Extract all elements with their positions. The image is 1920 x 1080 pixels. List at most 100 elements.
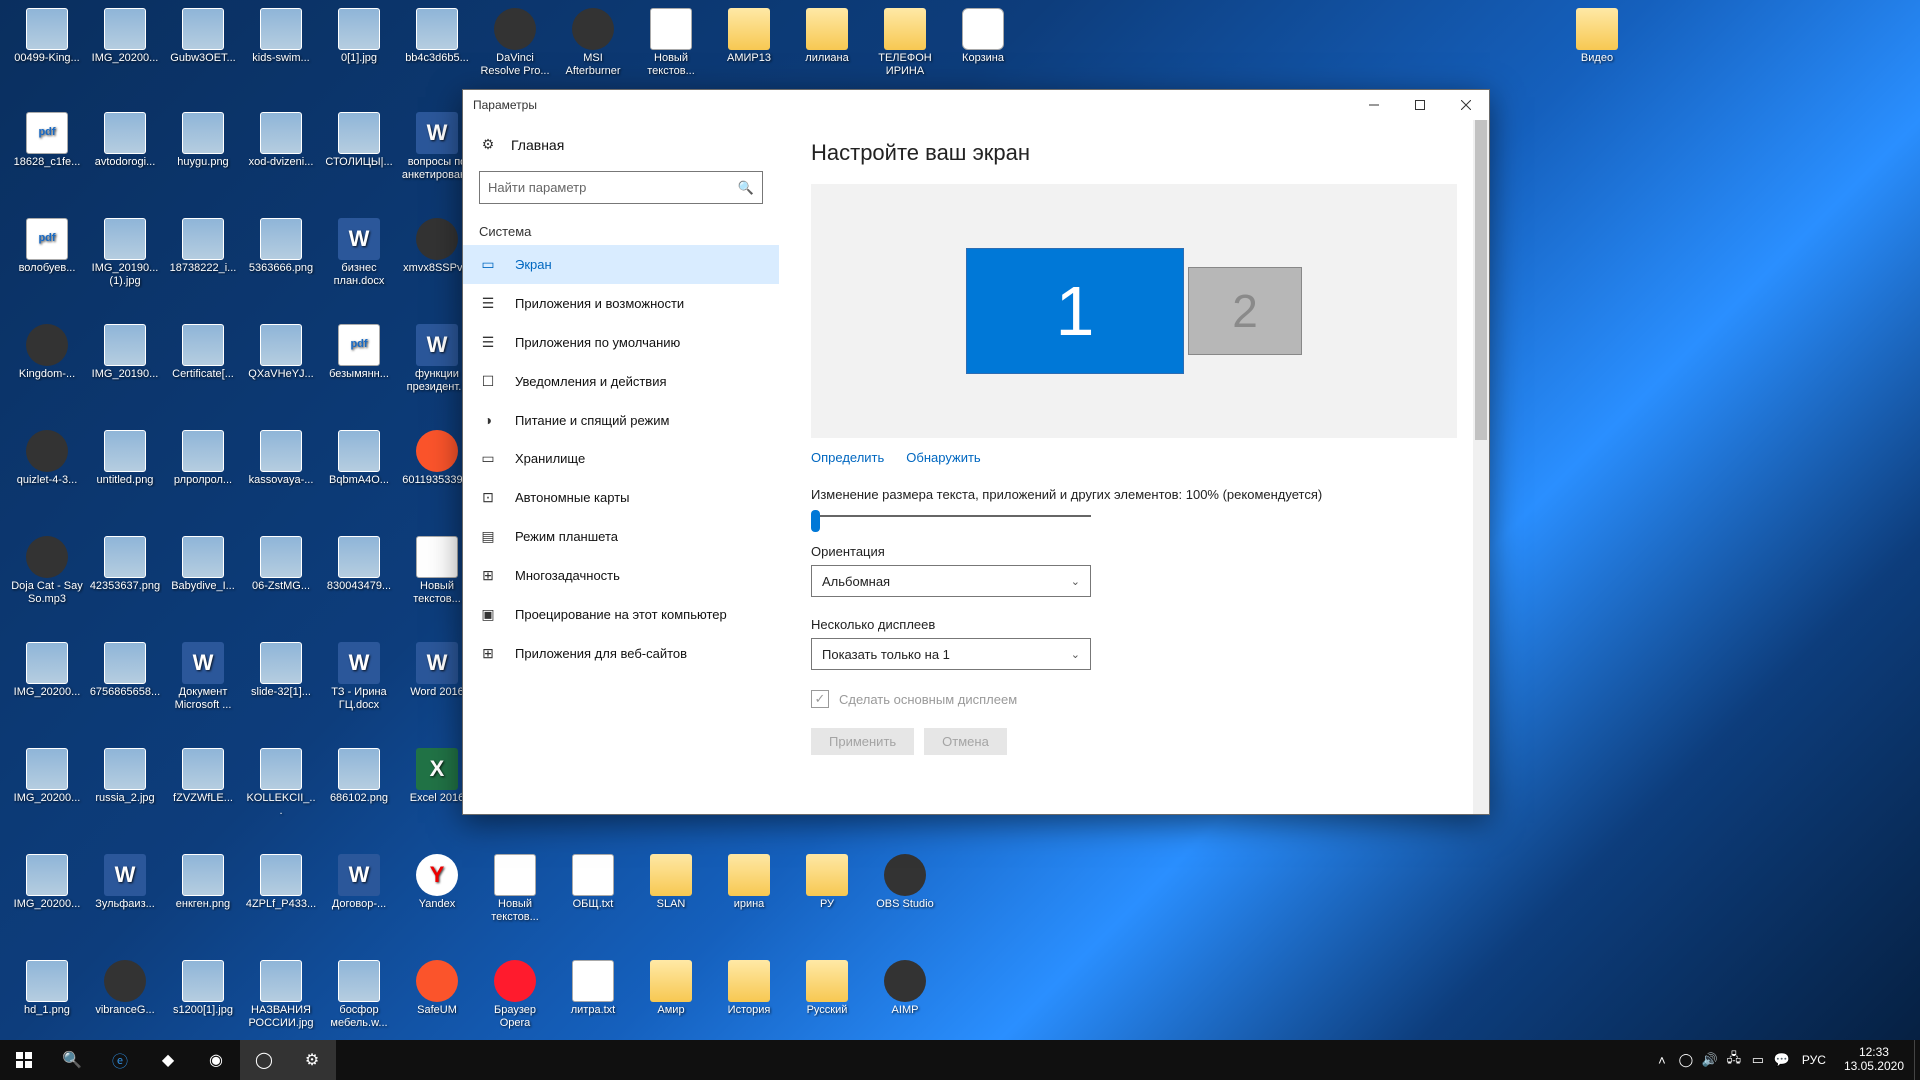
desktop-icon[interactable]: ТЕЛЕФОН ИРИНА	[868, 8, 942, 78]
desktop-icon[interactable]: IMG_20190... (1).jpg	[88, 218, 162, 288]
desktop-icon[interactable]: 686102.png	[322, 748, 396, 805]
desktop-icon[interactable]: IMG_20190...	[88, 324, 162, 381]
desktop-icon[interactable]: 00499-King...	[10, 8, 84, 65]
taskbar-chrome[interactable]: ◉	[192, 1040, 240, 1080]
show-desktop-button[interactable]	[1914, 1040, 1920, 1080]
desktop-icon[interactable]: енкген.png	[166, 854, 240, 911]
desktop-icon[interactable]: fZVZWfLE...	[166, 748, 240, 805]
sidebar-item[interactable]: ⊡Автономные карты	[463, 478, 779, 517]
desktop-icon[interactable]: huygu.png	[166, 112, 240, 169]
link-identify[interactable]: Определить	[811, 450, 884, 465]
desktop-icon[interactable]: Русский	[790, 960, 864, 1017]
sidebar-item[interactable]: ▭Хранилище	[463, 439, 779, 478]
desktop-icon[interactable]: KOLLEKCII_...	[244, 748, 318, 818]
desktop-icon[interactable]: quizlet-4-3...	[10, 430, 84, 487]
desktop-icon[interactable]: DaVinci Resolve Pro...	[478, 8, 552, 78]
desktop-icon[interactable]: OBS Studio	[868, 854, 942, 911]
minimize-button[interactable]	[1351, 90, 1397, 120]
display-arranger[interactable]: 1 2	[811, 184, 1457, 438]
desktop-icon[interactable]: 830043479...	[322, 536, 396, 593]
taskbar-edge[interactable]: ⓔ	[96, 1040, 144, 1080]
desktop-icon[interactable]: IMG_20200...	[10, 642, 84, 699]
tray-clock[interactable]: 12:33 13.05.2020	[1834, 1046, 1914, 1074]
desktop-icon[interactable]: WДокумент Microsoft ...	[166, 642, 240, 712]
desktop-icon[interactable]: 5363666.png	[244, 218, 318, 275]
desktop-icon[interactable]: Новый текстов...	[634, 8, 708, 78]
monitor-2[interactable]: 2	[1188, 267, 1302, 355]
tray-language[interactable]: РУС	[1794, 1053, 1834, 1067]
desktop-icon[interactable]: Видео	[1560, 8, 1634, 65]
desktop-icon[interactable]: лилиана	[790, 8, 864, 65]
tray-defender-icon[interactable]: ▭	[1746, 1052, 1770, 1068]
scale-slider[interactable]	[811, 508, 1091, 524]
desktop-icon[interactable]: ОБЩ.txt	[556, 854, 630, 911]
desktop-icon[interactable]: История	[712, 960, 786, 1017]
desktop-icon[interactable]: 0[1].jpg	[322, 8, 396, 65]
desktop-icon[interactable]: рлролрол...	[166, 430, 240, 487]
desktop-icon[interactable]: Корзина	[946, 8, 1020, 65]
tray-steam-icon[interactable]: ◯	[1674, 1052, 1698, 1068]
scrollbar[interactable]	[1473, 120, 1489, 814]
desktop-icon[interactable]: босфор мебель.w...	[322, 960, 396, 1030]
desktop-icon[interactable]: 4ZPLf_P433...	[244, 854, 318, 911]
desktop-icon[interactable]: АМИР13	[712, 8, 786, 65]
sidebar-item[interactable]: ⊞Многозадачность	[463, 556, 779, 595]
desktop-icon[interactable]: AIMP	[868, 960, 942, 1017]
desktop-icon[interactable]: РУ	[790, 854, 864, 911]
desktop-icon[interactable]: IMG_20200...	[10, 748, 84, 805]
desktop-icon[interactable]: Браузер Opera	[478, 960, 552, 1030]
desktop-icon[interactable]: WТЗ - Ирина ГЦ.docx	[322, 642, 396, 712]
tray-volume-icon[interactable]: 🔊	[1698, 1052, 1722, 1068]
desktop-icon[interactable]: 42353637.png	[88, 536, 162, 593]
desktop-icon[interactable]: Babydive_I...	[166, 536, 240, 593]
desktop-icon[interactable]: Kingdom-...	[10, 324, 84, 381]
taskbar-steam[interactable]: ◯	[240, 1040, 288, 1080]
desktop-icon[interactable]: 18628_c1fe...	[10, 112, 84, 169]
start-button[interactable]	[0, 1040, 48, 1080]
desktop-icon[interactable]: WДоговор-...	[322, 854, 396, 911]
desktop-icon[interactable]: Doja Cat - Say So.mp3	[10, 536, 84, 606]
tray-network-icon[interactable]: 🖧	[1722, 1049, 1746, 1071]
desktop-icon[interactable]: Gubw3OET...	[166, 8, 240, 65]
desktop-icon[interactable]: kassovaya-...	[244, 430, 318, 487]
desktop-icon[interactable]: 6756865658...	[88, 642, 162, 699]
maximize-button[interactable]	[1397, 90, 1443, 120]
desktop-icon[interactable]: IMG_20200...	[88, 8, 162, 65]
close-button[interactable]	[1443, 90, 1489, 120]
desktop-icon[interactable]: SLAN	[634, 854, 708, 911]
orientation-select[interactable]: Альбомная ⌄	[811, 565, 1091, 597]
desktop-icon[interactable]: SafeUM	[400, 960, 474, 1017]
desktop-icon[interactable]: IMG_20200...	[10, 854, 84, 911]
desktop-icon[interactable]: Wбизнес план.docx	[322, 218, 396, 288]
sidebar-item[interactable]: ◑Питание и спящий режим	[463, 401, 779, 439]
desktop-icon[interactable]: QXaVHeYJ...	[244, 324, 318, 381]
desktop-icon[interactable]: russia_2.jpg	[88, 748, 162, 805]
desktop-icon[interactable]: WЗульфаиз...	[88, 854, 162, 911]
nav-home[interactable]: ⚙ Главная	[463, 126, 779, 163]
desktop-icon[interactable]: vibranceG...	[88, 960, 162, 1017]
multi-display-select[interactable]: Показать только на 1 ⌄	[811, 638, 1091, 670]
desktop-icon[interactable]: BqbmA4O...	[322, 430, 396, 487]
desktop-icon[interactable]: s1200[1].jpg	[166, 960, 240, 1017]
desktop-icon[interactable]: slide-32[1]...	[244, 642, 318, 699]
desktop-icon[interactable]: волобуев...	[10, 218, 84, 275]
taskbar-bluestacks[interactable]: ◆	[144, 1040, 192, 1080]
taskbar-settings[interactable]: ⚙	[288, 1040, 336, 1080]
titlebar[interactable]: Параметры	[463, 90, 1489, 120]
desktop-icon[interactable]: bb4c3d6b5...	[400, 8, 474, 65]
sidebar-item[interactable]: ☐Уведомления и действия	[463, 362, 779, 401]
sidebar-item[interactable]: ▤Режим планшета	[463, 517, 779, 556]
taskbar-search[interactable]: 🔍	[48, 1040, 96, 1080]
link-detect[interactable]: Обнаружить	[906, 450, 980, 465]
desktop-icon[interactable]: kids-swim...	[244, 8, 318, 65]
sidebar-item[interactable]: ⊞Приложения для веб-сайтов	[463, 634, 779, 673]
desktop-icon[interactable]: Амир	[634, 960, 708, 1017]
desktop-icon[interactable]: YYandex	[400, 854, 474, 911]
desktop-icon[interactable]: СТОЛИЦЫ|...	[322, 112, 396, 169]
desktop-icon[interactable]: avtodorogi...	[88, 112, 162, 169]
tray-action-center-icon[interactable]: 💬	[1770, 1052, 1794, 1068]
desktop-icon[interactable]: безымянн...	[322, 324, 396, 381]
desktop-icon[interactable]: MSI Afterburner	[556, 8, 630, 78]
desktop-icon[interactable]: НАЗВАНИЯ РОССИИ.jpg	[244, 960, 318, 1030]
sidebar-item[interactable]: ☰Приложения по умолчанию	[463, 323, 779, 362]
